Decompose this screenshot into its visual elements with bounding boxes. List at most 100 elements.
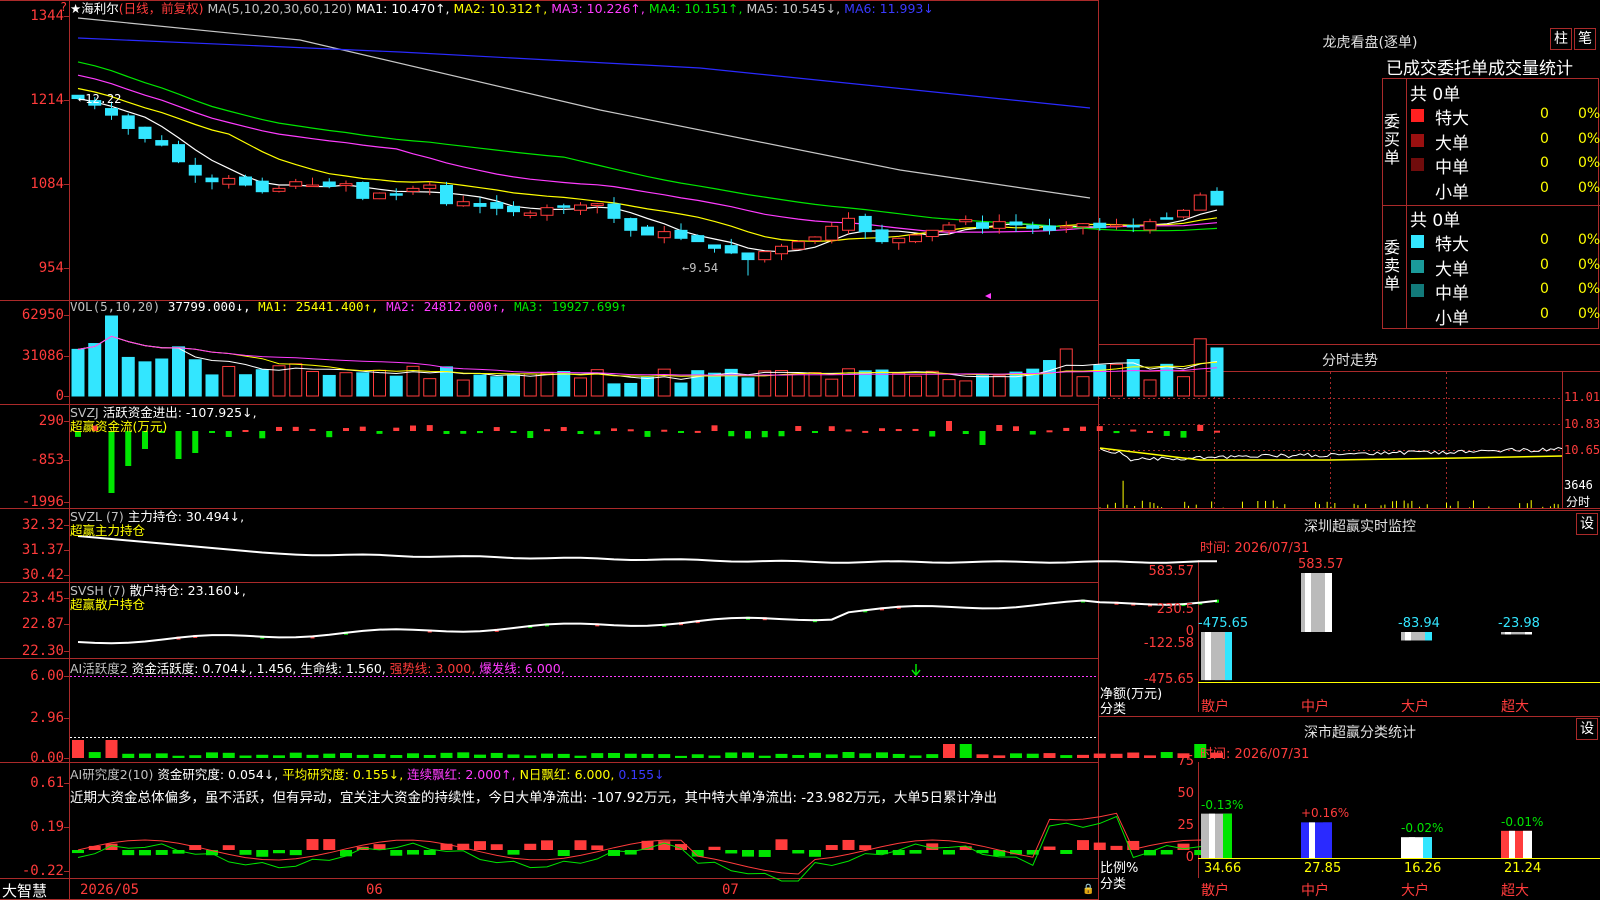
sell-row-name: 特大 — [1435, 235, 1469, 255]
volume-bar — [641, 376, 654, 397]
volume-bar — [1043, 360, 1056, 397]
moneyflow-bar — [493, 427, 500, 431]
ma4-line — [77, 61, 1218, 232]
buy-row-name: 中单 — [1435, 158, 1469, 178]
sell-row-count: 0 — [1540, 232, 1549, 248]
activity-bar — [189, 755, 202, 758]
moneyflow-bar — [192, 431, 199, 453]
research-bar — [239, 850, 252, 855]
candle-body — [138, 126, 152, 139]
classify-bar-edge — [1423, 837, 1432, 858]
ai1-a: 资金活跃度: 0.704↓, — [131, 661, 253, 676]
monitor-value-label: -83.94 — [1398, 616, 1440, 631]
activity-bar — [524, 755, 537, 758]
svzj-label: 活跃资金进出: -107.925↓, — [102, 405, 257, 420]
activity-bar — [892, 753, 905, 758]
activity-bar — [758, 755, 771, 758]
activity-bar — [608, 752, 620, 758]
classify-y-tick: 50 — [1177, 786, 1194, 801]
y-tick-label: 31086 — [21, 348, 64, 364]
svzl-label: 主力持仓: 30.494↓, — [127, 509, 245, 524]
stat-tabs[interactable]: 已成交委托单成交量统计 — [1386, 54, 1600, 79]
y-tick-label: -0.22 — [21, 863, 64, 879]
moneyflow-bar — [778, 431, 785, 437]
monitor-bar-edge — [1425, 632, 1432, 641]
classify-bar-shine — [1509, 830, 1515, 858]
research-bar — [1093, 842, 1106, 850]
activity-bar — [172, 755, 185, 758]
research-bar — [423, 850, 436, 855]
classify-change-label: +0.16% — [1301, 806, 1350, 821]
volume-bar — [239, 374, 252, 397]
chart-canvas[interactable] — [0, 0, 1600, 900]
research-bar — [909, 850, 922, 854]
lhb-title: 龙虎看盘(逐单) — [1322, 35, 1418, 51]
classify-category: 散户 — [1201, 883, 1229, 899]
candle-body — [674, 229, 688, 239]
favorite-star-icon[interactable]: ★ — [70, 1, 81, 16]
ai2-e: 0.155↓ — [618, 767, 665, 782]
volume-bar — [138, 361, 152, 397]
moneyflow-bar — [644, 431, 651, 437]
volume-bar — [674, 382, 688, 397]
candle-body — [641, 226, 654, 236]
buy-row-count: 0 — [1540, 179, 1549, 196]
ai2-c: 连续飘红: 2.000↑, — [407, 767, 516, 782]
ai2-title: AI研究度2(10) — [70, 767, 154, 782]
sell-row-name: 大单 — [1435, 259, 1469, 280]
activity-bar — [306, 754, 319, 758]
research-bar — [390, 850, 403, 856]
candle-body — [406, 187, 420, 192]
bar-mode-button[interactable]: 柱 — [1550, 28, 1572, 50]
moneyflow-bar — [125, 431, 132, 466]
moneyflow-bar — [359, 426, 366, 431]
lock-icon[interactable]: 🔒 — [1082, 884, 1094, 895]
moneyflow-bar — [962, 431, 969, 435]
candle-body — [373, 192, 386, 200]
volume-bar — [657, 368, 671, 397]
activity-bar — [390, 754, 403, 758]
moneyflow-bar — [276, 426, 282, 431]
main-panel-title: ★海利尔(日线，前复权) MA(5,10,20,30,60,120) MA1: … — [70, 2, 934, 16]
activity-bar — [909, 755, 922, 758]
moneyflow-bar — [912, 428, 919, 431]
moneyflow-bar — [946, 421, 952, 431]
volume-bar — [255, 369, 269, 397]
classify-value-label: 27.85 — [1304, 861, 1342, 876]
volume-bar — [574, 377, 587, 397]
ai1-b: 1.456, — [256, 661, 297, 676]
moneyflow-bar — [1163, 431, 1170, 436]
cursor-marker-icon — [985, 293, 991, 299]
moneyflow-bar — [544, 429, 550, 432]
research-bar — [943, 850, 955, 855]
activity-bar — [239, 755, 252, 758]
candle-body — [523, 212, 537, 216]
buy-swatch — [1411, 133, 1424, 147]
candle-body — [909, 234, 922, 243]
y-tick-label: 6.00 — [30, 668, 64, 684]
ma3-value: MA3: 10.226↑, — [551, 1, 645, 16]
moneyflow-bar — [711, 425, 718, 431]
candle-body — [858, 215, 872, 233]
volume-bar — [373, 369, 386, 397]
date-label-jul: 07 — [722, 882, 739, 898]
activity-bar — [691, 754, 704, 758]
pen-mode-button[interactable]: 笔 — [1574, 28, 1596, 50]
classify-bar — [1501, 830, 1532, 858]
candle-body — [992, 221, 1006, 229]
candle-body — [289, 181, 303, 187]
activity-bar — [289, 752, 302, 758]
volume-bar — [507, 374, 520, 397]
candle-body — [1126, 224, 1140, 228]
y-tick-label: 1214 — [30, 92, 64, 108]
moneyflow-bar — [845, 429, 852, 432]
candle-body — [239, 176, 252, 186]
volume-bar — [1193, 338, 1207, 397]
activity-bar — [1043, 753, 1056, 758]
research-bar — [306, 839, 319, 850]
classify-settings-button[interactable]: 设 — [1576, 718, 1598, 740]
high-label: ←12.22 — [78, 92, 122, 106]
activity-bar — [574, 755, 587, 758]
monitor-settings-button[interactable]: 设 — [1576, 513, 1598, 535]
moneyflow-bar — [292, 426, 299, 431]
